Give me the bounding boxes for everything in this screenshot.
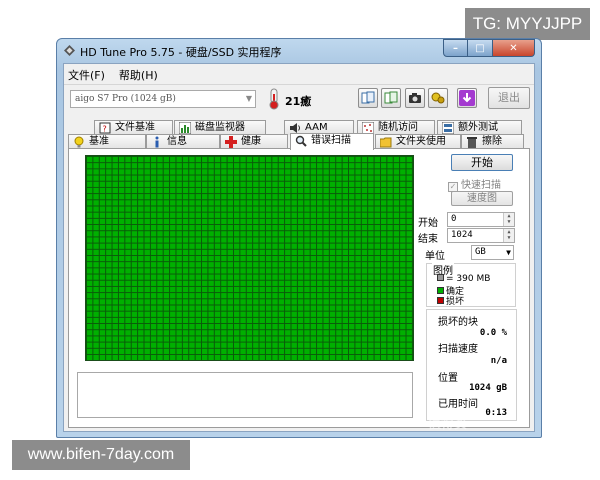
- window-controls: – □ ✕: [443, 39, 535, 57]
- tab-label: 信息: [167, 136, 187, 147]
- trash-icon: [467, 137, 477, 148]
- extra-tests-icon: [442, 122, 454, 134]
- end-position-value: 1024: [451, 230, 473, 240]
- elapsed-time-label: 已用时间: [438, 399, 478, 410]
- unit-select-value: GB: [475, 247, 486, 257]
- options-icon: [431, 92, 445, 104]
- options-button[interactable]: [428, 88, 448, 108]
- camera-icon: [409, 93, 421, 103]
- spinner-arrows-icon[interactable]: ▲ ▼: [503, 229, 514, 242]
- damaged-blocks-label: 损坏的块: [438, 317, 478, 328]
- spinner-arrows-icon[interactable]: ▲ ▼: [503, 213, 514, 226]
- folder-icon: [380, 137, 392, 148]
- end-field-label: 结束: [418, 234, 438, 245]
- chevron-down-icon: ▼: [245, 94, 252, 103]
- tab-benchmark[interactable]: 基准: [68, 134, 146, 149]
- position-label: 位置: [438, 373, 458, 384]
- client-area: 文件(F) 帮助(H) aigo S7 Pro (1024 gB) ▼ 21癒: [63, 63, 535, 432]
- tab-label: 文件夹使用: [396, 136, 446, 147]
- gray-swatch-icon: [437, 274, 444, 281]
- tab-file-benchmark[interactable]: ? 文件基准: [94, 120, 173, 135]
- menu-help[interactable]: 帮助(H): [119, 67, 158, 83]
- exit-button[interactable]: 退出: [488, 87, 530, 109]
- magnifier-icon: [295, 135, 307, 147]
- tab-label: 基准: [89, 136, 109, 147]
- faint-watermark: 值得买: [428, 417, 468, 432]
- copy-info-button[interactable]: [358, 88, 378, 108]
- quick-scan-label: 快速扫描: [461, 180, 501, 191]
- scan-speed-label: 扫描速度: [438, 344, 478, 355]
- svg-text:?: ?: [103, 125, 107, 134]
- tab-label: 文件基准: [115, 122, 155, 133]
- legend-label: = 390 MB: [446, 274, 491, 284]
- tab-label: 额外测试: [458, 122, 498, 133]
- red-cross-icon: [225, 136, 237, 148]
- scan-log-box: [77, 372, 413, 418]
- menu-divider: [64, 84, 534, 85]
- elapsed-time-value: 0:13: [485, 408, 507, 418]
- tab-health[interactable]: 健康: [220, 134, 288, 149]
- tab-label: 错误扫描: [311, 135, 351, 146]
- temperature-readout: 21癒: [285, 95, 312, 108]
- info-icon: [155, 136, 159, 148]
- tab-error-scan[interactable]: 错误扫描: [290, 133, 374, 150]
- speed-map-button[interactable]: 速度图: [451, 191, 513, 206]
- bar-chart-icon: [179, 122, 191, 134]
- save-icon: [459, 90, 475, 106]
- red-swatch-icon: [437, 297, 444, 304]
- screenshot-button[interactable]: [405, 88, 425, 108]
- tab-label: AAM: [305, 122, 328, 133]
- tab-label: 磁盘监视器: [195, 122, 245, 133]
- quick-scan-checkbox[interactable]: ✓ 快速扫描: [448, 176, 501, 192]
- error-scan-panel: 开始 ✓ 快速扫描 速度图 开始 0 ▲ ▼ 结束 1024 ▲ ▼ 单位 GB ▼ …: [68, 148, 530, 428]
- maximize-button[interactable]: □: [468, 39, 493, 57]
- title-bar[interactable]: HD Tune Pro 5.75 - 硬盘/SSD 实用程序 – □ ✕: [57, 39, 541, 63]
- tab-erase[interactable]: 擦除: [461, 134, 524, 149]
- tab-extra-tests[interactable]: 额外测试: [437, 120, 522, 135]
- scan-speed-value: n/a: [490, 356, 507, 366]
- start-position-value: 0: [451, 214, 457, 224]
- tg-watermark: TG: MYYJJPP: [465, 8, 590, 40]
- tab-label: 健康: [241, 136, 261, 147]
- app-icon: [64, 45, 75, 56]
- menu-file[interactable]: 文件(F): [68, 67, 105, 83]
- menu-bar: 文件(F) 帮助(H): [68, 67, 158, 83]
- copy-info-icon: [361, 91, 375, 104]
- position-value: 1024 gB: [469, 383, 507, 393]
- drive-select-value: aigo S7 Pro (1024 gB): [75, 94, 176, 104]
- start-field-label: 开始: [418, 218, 438, 229]
- site-watermark: www.bifen-7day.com: [12, 440, 190, 470]
- unit-label: 单位: [425, 251, 445, 262]
- legend-box: 图例 = 390 MB 确定 损坏: [426, 262, 516, 307]
- thermometer-icon: [269, 88, 279, 110]
- legend-label: 损坏: [446, 297, 465, 307]
- tab-disk-monitor[interactable]: 磁盘监视器: [174, 120, 266, 135]
- start-position-input[interactable]: 0 ▲ ▼: [447, 212, 515, 227]
- tab-label: 擦除: [482, 136, 502, 147]
- window-title: HD Tune Pro 5.75 - 硬盘/SSD 实用程序: [80, 46, 282, 59]
- lightbulb-icon: [74, 136, 84, 148]
- chevron-down-icon: ▼: [506, 248, 511, 257]
- unit-select[interactable]: GB ▼: [471, 245, 514, 260]
- scan-stats-box: 损坏的块 0.0 % 扫描速度 n/a 位置 1024 gB 已用时间 0:13: [426, 309, 517, 421]
- file-benchmark-icon: ?: [99, 122, 111, 134]
- end-position-input[interactable]: 1024 ▲ ▼: [447, 228, 515, 243]
- close-button[interactable]: ✕: [493, 39, 535, 57]
- legend-item-damaged: 损坏: [437, 294, 464, 307]
- tab-folder-usage[interactable]: 文件夹使用: [375, 134, 461, 149]
- green-swatch-icon: [437, 287, 444, 294]
- minimize-button[interactable]: –: [443, 39, 468, 57]
- copy-screen-button[interactable]: [381, 88, 401, 108]
- damaged-blocks-value: 0.0 %: [479, 328, 507, 338]
- scan-block-map: [85, 155, 414, 361]
- drive-select[interactable]: aigo S7 Pro (1024 gB) ▼: [70, 90, 256, 108]
- tab-info[interactable]: 信息: [146, 134, 220, 149]
- hdtune-window: HD Tune Pro 5.75 - 硬盘/SSD 实用程序 – □ ✕ 文件(…: [56, 38, 542, 438]
- copy-screen-icon: [384, 91, 398, 104]
- start-scan-button[interactable]: 开始: [451, 154, 513, 171]
- tab-label: 随机访问: [378, 122, 418, 133]
- save-button[interactable]: [457, 88, 477, 108]
- legend-item-block-size: = 390 MB: [437, 274, 490, 284]
